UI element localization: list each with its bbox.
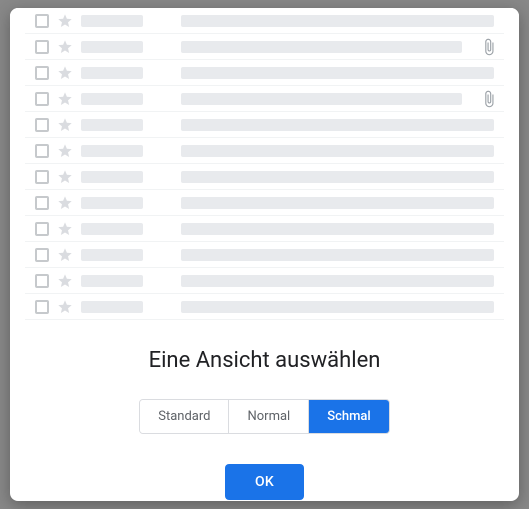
content-placeholder (181, 41, 462, 53)
list-item (25, 8, 504, 34)
attachment-icon (480, 90, 498, 108)
content-placeholder (181, 67, 494, 79)
list-item (25, 138, 504, 164)
star-icon[interactable] (57, 91, 73, 107)
ok-button[interactable]: OK (225, 464, 304, 500)
content-placeholder (181, 171, 494, 183)
sender-placeholder (81, 171, 143, 183)
option-normal[interactable]: Normal (229, 400, 309, 433)
content-placeholder (181, 249, 494, 261)
star-icon[interactable] (57, 117, 73, 133)
list-item (25, 86, 504, 112)
checkbox-icon[interactable] (35, 118, 49, 132)
sender-placeholder (81, 249, 143, 261)
list-item (25, 60, 504, 86)
sender-placeholder (81, 41, 143, 53)
sender-placeholder (81, 67, 143, 79)
list-item (25, 242, 504, 268)
star-icon[interactable] (57, 39, 73, 55)
list-item (25, 294, 504, 320)
checkbox-icon[interactable] (35, 40, 49, 54)
density-dialog: Eine Ansicht auswählen Standard Normal S… (10, 8, 519, 501)
content-placeholder (181, 93, 462, 105)
option-schmal[interactable]: Schmal (309, 400, 389, 433)
star-icon[interactable] (57, 65, 73, 81)
sender-placeholder (81, 197, 143, 209)
list-item (25, 112, 504, 138)
content-placeholder (181, 15, 494, 27)
density-options: Standard Normal Schmal (139, 399, 390, 434)
sender-placeholder (81, 119, 143, 131)
list-item (25, 268, 504, 294)
star-icon[interactable] (57, 221, 73, 237)
sender-placeholder (81, 223, 143, 235)
checkbox-icon[interactable] (35, 144, 49, 158)
star-icon[interactable] (57, 273, 73, 289)
star-icon[interactable] (57, 13, 73, 29)
checkbox-icon[interactable] (35, 248, 49, 262)
checkbox-icon[interactable] (35, 300, 49, 314)
star-icon[interactable] (57, 195, 73, 211)
attachment-icon (480, 38, 498, 56)
checkbox-icon[interactable] (35, 222, 49, 236)
preview-list (10, 8, 519, 320)
list-item (25, 34, 504, 60)
checkbox-icon[interactable] (35, 66, 49, 80)
controls-section: Eine Ansicht auswählen Standard Normal S… (10, 320, 519, 501)
star-icon[interactable] (57, 169, 73, 185)
sender-placeholder (81, 15, 143, 27)
sender-placeholder (81, 93, 143, 105)
checkbox-icon[interactable] (35, 170, 49, 184)
list-item (25, 216, 504, 242)
list-item (25, 190, 504, 216)
content-placeholder (181, 145, 494, 157)
sender-placeholder (81, 275, 143, 287)
star-icon[interactable] (57, 299, 73, 315)
checkbox-icon[interactable] (35, 274, 49, 288)
sender-placeholder (81, 301, 143, 313)
content-placeholder (181, 275, 494, 287)
star-icon[interactable] (57, 247, 73, 263)
dialog-title: Eine Ansicht auswählen (149, 348, 381, 373)
option-standard[interactable]: Standard (140, 400, 229, 433)
checkbox-icon[interactable] (35, 196, 49, 210)
checkbox-icon[interactable] (35, 14, 49, 28)
list-item (25, 164, 504, 190)
sender-placeholder (81, 145, 143, 157)
content-placeholder (181, 223, 494, 235)
star-icon[interactable] (57, 143, 73, 159)
checkbox-icon[interactable] (35, 92, 49, 106)
content-placeholder (181, 119, 494, 131)
content-placeholder (181, 197, 494, 209)
content-placeholder (181, 301, 494, 313)
